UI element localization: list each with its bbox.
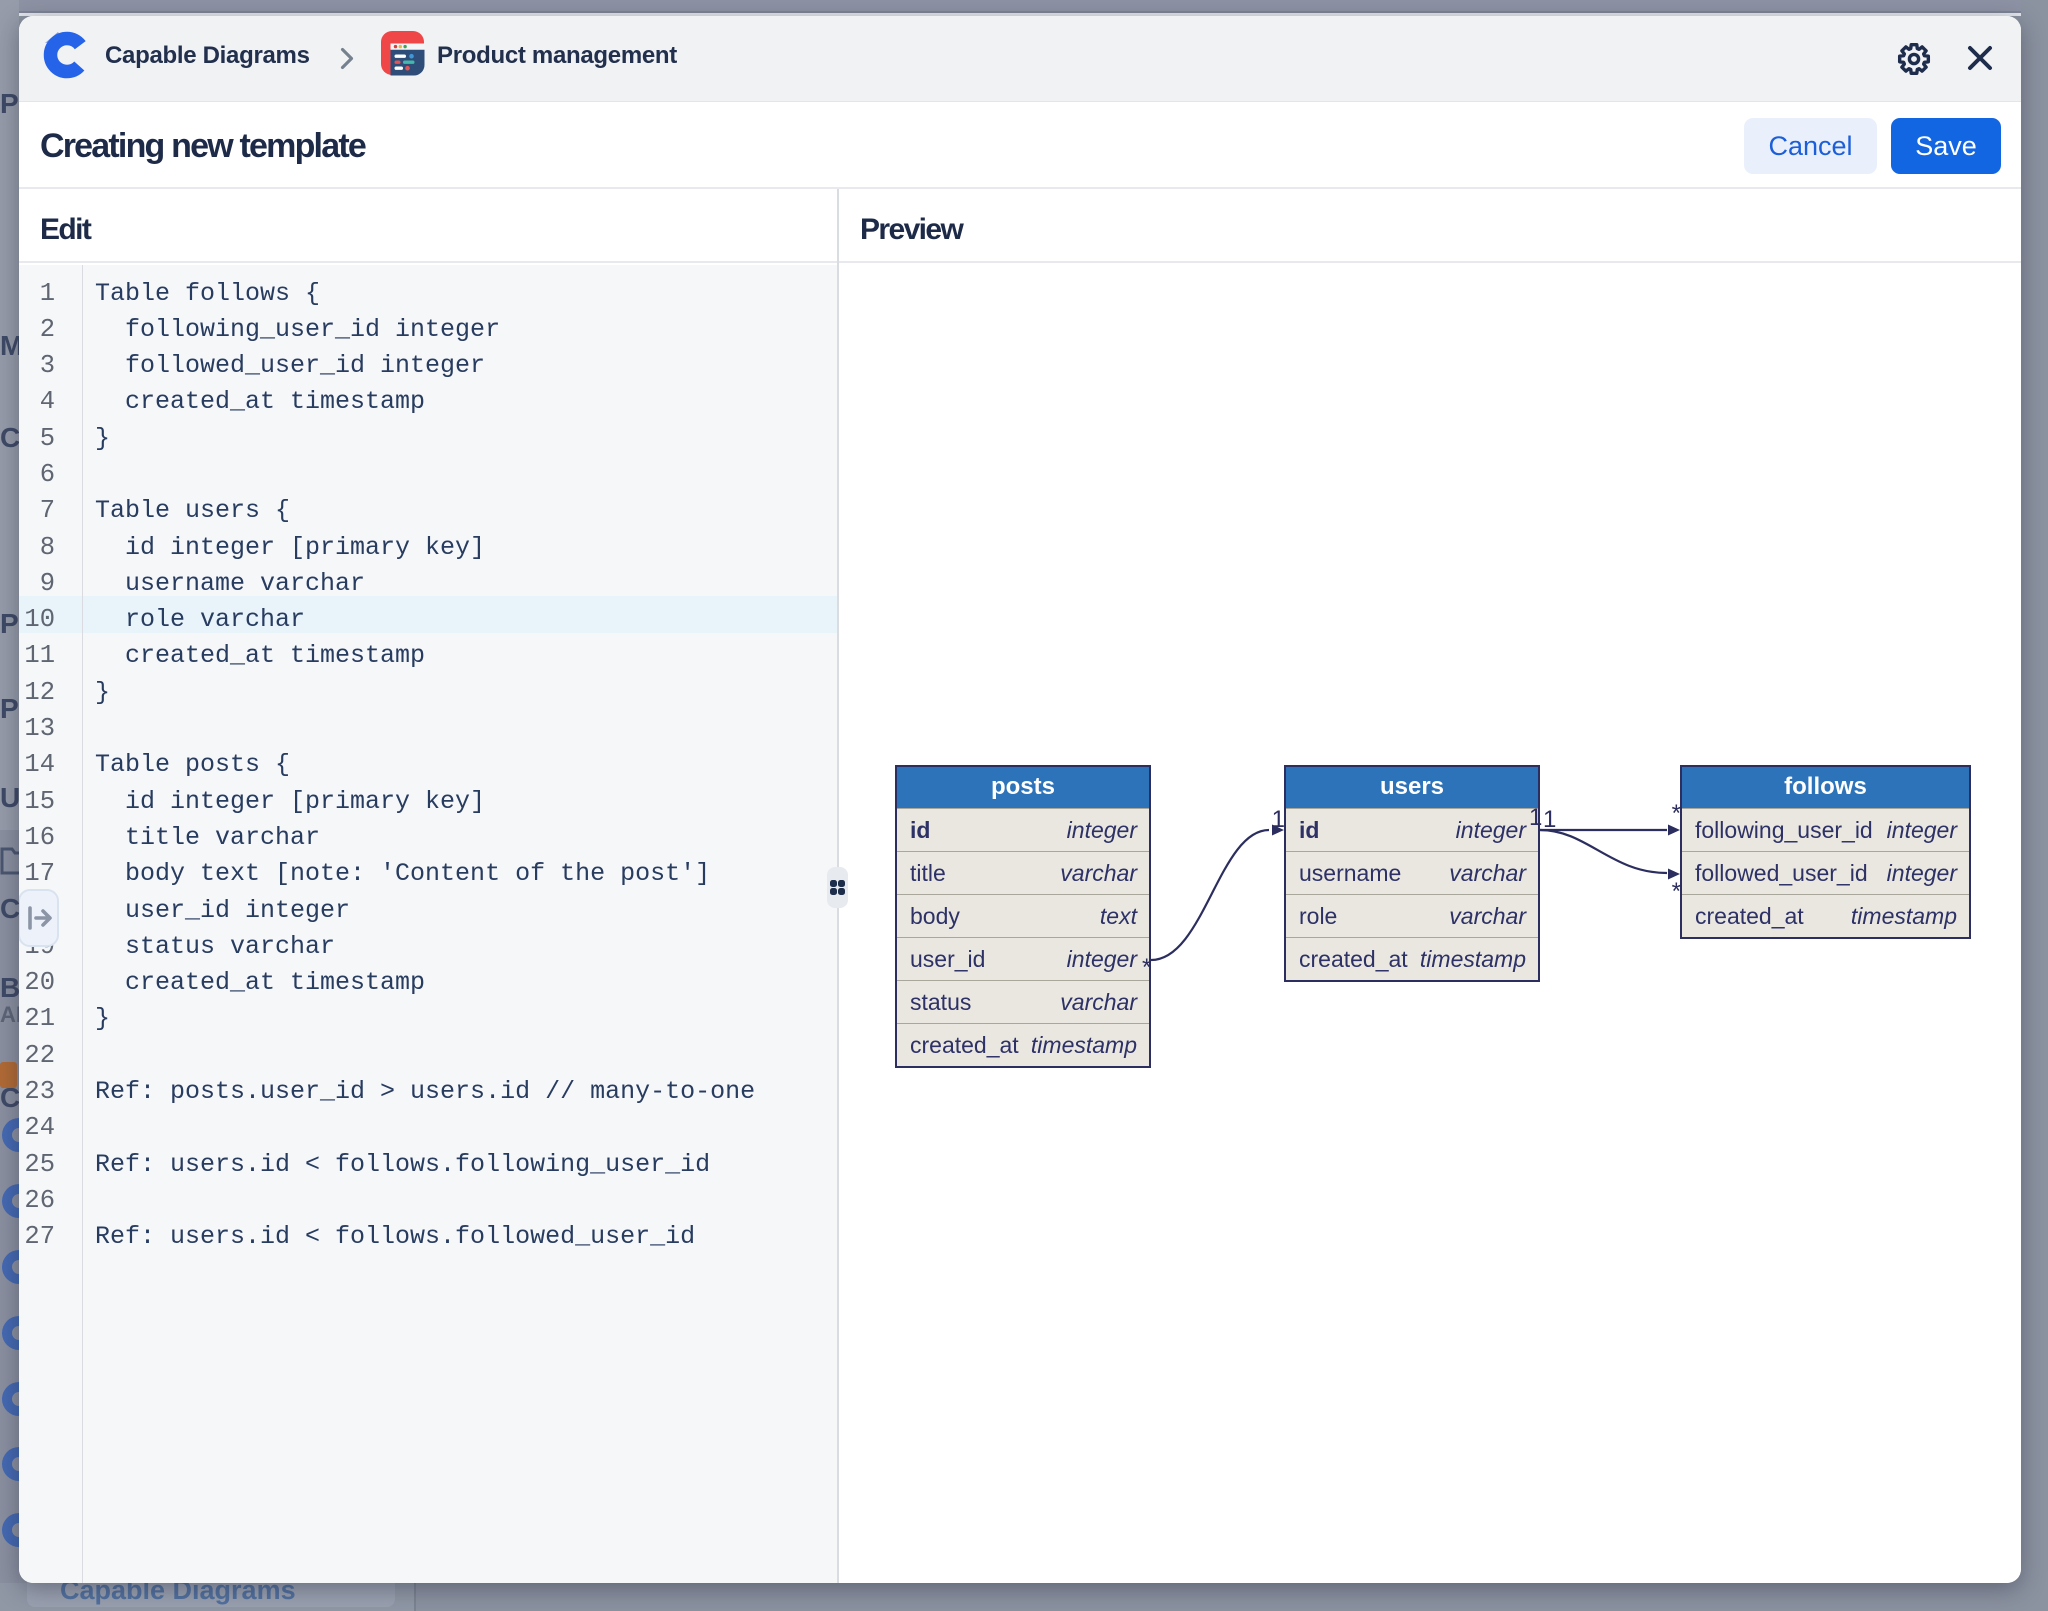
svg-text:1: 1: [1543, 806, 1556, 833]
svg-text:*: *: [1672, 800, 1681, 827]
svg-text:1: 1: [1272, 806, 1285, 833]
svg-text:1: 1: [1529, 804, 1542, 831]
svg-text:*: *: [1672, 878, 1681, 905]
svg-text:*: *: [1142, 954, 1151, 981]
